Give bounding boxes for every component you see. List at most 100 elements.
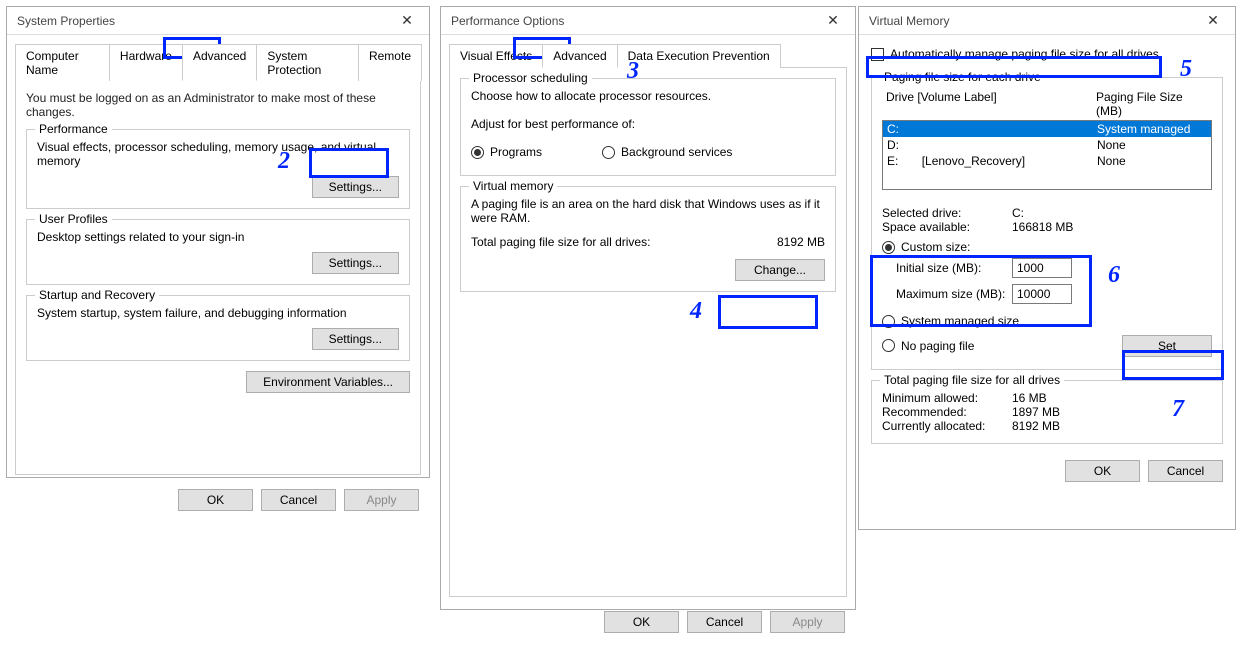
tabs: Visual Effects Advanced Data Execution P… xyxy=(441,35,855,67)
cancel-button[interactable]: Cancel xyxy=(1148,460,1223,482)
title-text: System Properties xyxy=(17,14,115,28)
recommended-label: Recommended: xyxy=(882,405,1012,419)
user-profiles-group: User Profiles Desktop settings related t… xyxy=(26,219,410,285)
tab-computer-name[interactable]: Computer Name xyxy=(15,44,110,81)
titlebar[interactable]: Virtual Memory ✕ xyxy=(859,7,1235,35)
performance-options-dialog: Performance Options ✕ Visual Effects Adv… xyxy=(440,6,856,610)
tab-advanced[interactable]: Advanced xyxy=(542,44,617,68)
drive-size: None xyxy=(1097,138,1207,152)
startup-group: Startup and Recovery System startup, sys… xyxy=(26,295,410,361)
bottom-buttons: OK Cancel Apply xyxy=(7,483,429,517)
vmem-desc: A paging file is an area on the hard dis… xyxy=(471,197,825,225)
vmem-body: Automatically manage paging file size fo… xyxy=(859,35,1235,500)
vmem-legend: Virtual memory xyxy=(469,179,557,193)
cancel-button[interactable]: Cancel xyxy=(261,489,336,511)
col-size-header: Paging File Size (MB) xyxy=(1096,90,1208,118)
paging-legend: Paging file size for each drive xyxy=(880,70,1045,84)
ok-button[interactable]: OK xyxy=(178,489,253,511)
radio-no-paging[interactable]: No paging file xyxy=(882,339,974,353)
space-available-row: Space available: 166818 MB xyxy=(882,220,1212,234)
tab-remote[interactable]: Remote xyxy=(358,44,422,81)
checkbox-icon xyxy=(871,48,884,61)
radio-background-label: Background services xyxy=(621,145,732,159)
tab-hardware[interactable]: Hardware xyxy=(109,44,183,81)
vmem-total-value: 8192 MB xyxy=(777,235,825,249)
drive-row-c[interactable]: C: System managed xyxy=(883,121,1211,137)
titlebar[interactable]: Performance Options ✕ xyxy=(441,7,855,35)
totals-legend: Total paging file size for all drives xyxy=(880,373,1064,387)
titlebar[interactable]: System Properties ✕ xyxy=(7,7,429,35)
recommended-value: 1897 MB xyxy=(1012,405,1060,419)
performance-legend: Performance xyxy=(35,122,112,136)
system-managed-label: System managed size xyxy=(901,314,1019,328)
ok-button[interactable]: OK xyxy=(604,611,679,633)
drive-letter: C: xyxy=(887,122,899,136)
virtual-memory-group: Virtual memory A paging file is an area … xyxy=(460,186,836,292)
tab-panel-advanced: Processor scheduling Choose how to alloc… xyxy=(449,67,847,597)
custom-size-label: Custom size: xyxy=(901,240,970,254)
close-icon[interactable]: ✕ xyxy=(1193,8,1233,34)
maximum-size-row: Maximum size (MB): xyxy=(882,284,1212,304)
vmem-total-label: Total paging file size for all drives: xyxy=(471,235,650,249)
tab-advanced[interactable]: Advanced xyxy=(182,44,257,81)
space-available-value: 166818 MB xyxy=(1012,220,1073,234)
radio-custom-size[interactable]: Custom size: xyxy=(882,240,970,254)
radio-icon xyxy=(602,146,615,159)
initial-size-input[interactable] xyxy=(1012,258,1072,278)
maximum-size-input[interactable] xyxy=(1012,284,1072,304)
tabs: Computer Name Hardware Advanced System P… xyxy=(7,35,429,80)
performance-desc: Visual effects, processor scheduling, me… xyxy=(37,140,399,168)
radio-icon xyxy=(882,241,895,254)
drive-letter: D: xyxy=(887,138,899,152)
recommended-row: Recommended: 1897 MB xyxy=(882,405,1212,419)
close-icon[interactable]: ✕ xyxy=(387,8,427,34)
initial-size-label: Initial size (MB): xyxy=(882,261,1012,275)
min-allowed-row: Minimum allowed: 16 MB xyxy=(882,391,1212,405)
tab-system-protection[interactable]: System Protection xyxy=(256,44,359,81)
bottom-buttons: OK Cancel Apply xyxy=(441,605,855,639)
apply-button[interactable]: Apply xyxy=(770,611,845,633)
tab-panel-advanced: You must be logged on as an Administrato… xyxy=(15,80,421,475)
radio-programs[interactable]: Programs xyxy=(471,145,542,159)
min-allowed-value: 16 MB xyxy=(1012,391,1047,405)
drive-row-e[interactable]: E: [Lenovo_Recovery] None xyxy=(883,153,1211,169)
selected-drive-label: Selected drive: xyxy=(882,206,1012,220)
title-text: Performance Options xyxy=(451,14,564,28)
startup-settings-button[interactable]: Settings... xyxy=(312,328,399,350)
close-icon[interactable]: ✕ xyxy=(813,8,853,34)
performance-settings-button[interactable]: Settings... xyxy=(312,176,399,198)
radio-programs-label: Programs xyxy=(490,145,542,159)
selected-drive-value: C: xyxy=(1012,206,1024,220)
tab-visual-effects[interactable]: Visual Effects xyxy=(449,44,543,68)
performance-group: Performance Visual effects, processor sc… xyxy=(26,129,410,209)
radio-system-managed[interactable]: System managed size xyxy=(882,314,1019,328)
drive-row-d[interactable]: D: None xyxy=(883,137,1211,153)
ok-button[interactable]: OK xyxy=(1065,460,1140,482)
cancel-button[interactable]: Cancel xyxy=(687,611,762,633)
user-profiles-settings-button[interactable]: Settings... xyxy=(312,252,399,274)
vmem-change-button[interactable]: Change... xyxy=(735,259,825,281)
tab-dep[interactable]: Data Execution Prevention xyxy=(617,44,781,68)
maximum-size-label: Maximum size (MB): xyxy=(882,287,1012,301)
admin-note: You must be logged on as an Administrato… xyxy=(26,91,410,119)
totals-group: Total paging file size for all drives Mi… xyxy=(871,380,1223,444)
title-text: Virtual Memory xyxy=(869,14,949,28)
set-button[interactable]: Set xyxy=(1122,335,1212,357)
drive-volume-label: [Lenovo_Recovery] xyxy=(922,154,1025,168)
radio-icon xyxy=(471,146,484,159)
processor-scheduling-group: Processor scheduling Choose how to alloc… xyxy=(460,78,836,176)
auto-manage-label: Automatically manage paging file size fo… xyxy=(890,47,1159,61)
radio-background[interactable]: Background services xyxy=(602,145,732,159)
apply-button[interactable]: Apply xyxy=(344,489,419,511)
auto-manage-checkbox[interactable]: Automatically manage paging file size fo… xyxy=(871,47,1223,61)
virtual-memory-dialog: Virtual Memory ✕ Automatically manage pa… xyxy=(858,6,1236,530)
drive-list[interactable]: C: System managed D: None E: [Lenovo_Rec… xyxy=(882,120,1212,190)
col-drive-header: Drive [Volume Label] xyxy=(886,90,1096,118)
drive-size: None xyxy=(1097,154,1207,168)
min-allowed-label: Minimum allowed: xyxy=(882,391,1012,405)
user-profiles-desc: Desktop settings related to your sign-in xyxy=(37,230,399,244)
no-paging-label: No paging file xyxy=(901,339,974,353)
environment-variables-button[interactable]: Environment Variables... xyxy=(246,371,410,393)
drive-list-header: Drive [Volume Label] Paging File Size (M… xyxy=(882,88,1212,120)
proc-sched-legend: Processor scheduling xyxy=(469,71,592,85)
